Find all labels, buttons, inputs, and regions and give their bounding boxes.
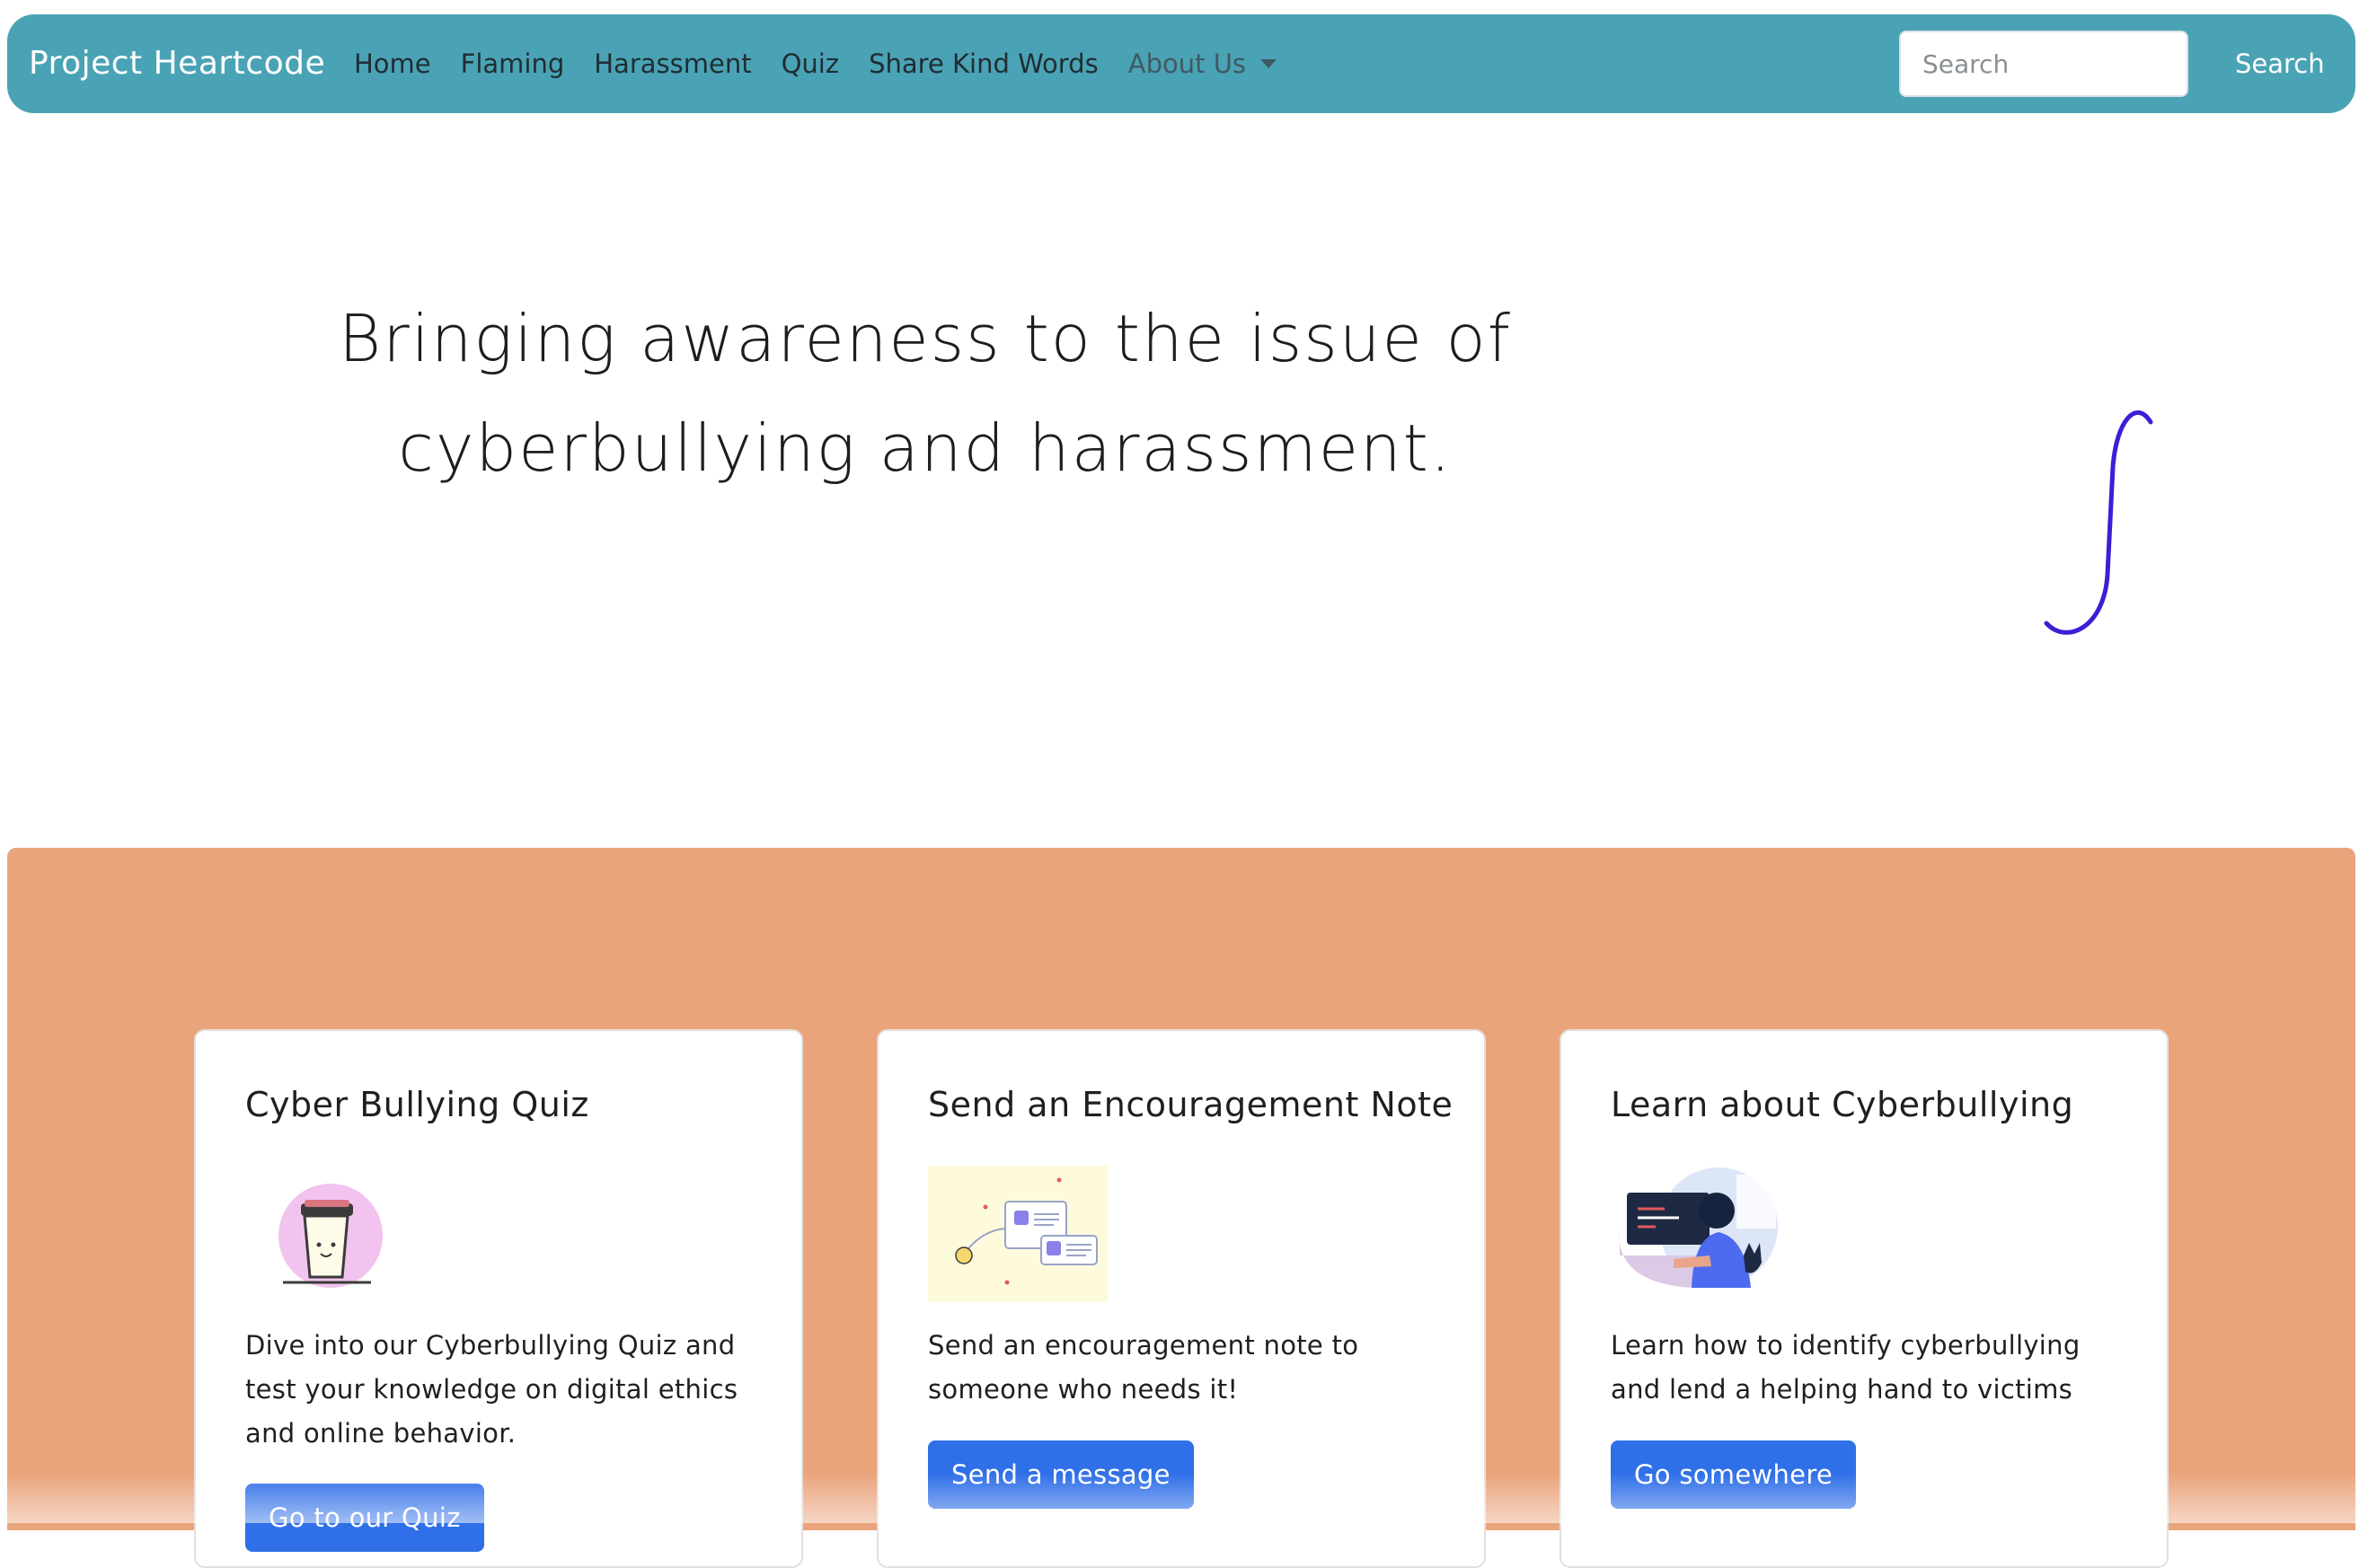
card-text: Send an encouragement note to someone wh… <box>928 1330 1359 1405</box>
card-title: Send an Encouragement Note <box>928 1085 1453 1124</box>
brand-link[interactable]: Project Heartcode <box>29 14 325 113</box>
card-text: Learn how to identify cyberbullying and … <box>1611 1330 2081 1405</box>
card-text: Dive into our Cyberbullying Quiz and tes… <box>245 1330 738 1449</box>
card-encouragement: Send an Encouragement Note Send an encou… <box>877 1029 1486 1568</box>
card-quiz: Cyber Bullying Quiz Dive into our Cyberb… <box>194 1029 803 1568</box>
nav-link-quiz[interactable]: Quiz <box>782 48 840 79</box>
send-message-button[interactable]: Send a message <box>928 1440 1194 1509</box>
hero-title: Bringing awareness to the issue of cyber… <box>338 301 1513 486</box>
go-somewhere-button[interactable]: Go somewhere <box>1611 1440 1857 1509</box>
nav-link-share-kind-words[interactable]: Share Kind Words <box>869 48 1099 79</box>
nav-link-harassment[interactable]: Harassment <box>594 48 751 79</box>
search-button[interactable]: Search <box>2217 31 2343 97</box>
messages-illustration-icon <box>928 1166 1108 1302</box>
search-input[interactable] <box>1899 31 2188 97</box>
squiggle-decoration <box>2044 410 2153 635</box>
about-us-label: About Us <box>1127 48 1247 79</box>
coffee-cup-illustration-icon <box>278 1184 383 1288</box>
nav-links: Home Flaming Harassment Quiz Share Kind … <box>354 14 1306 113</box>
caret-down-icon <box>1260 59 1277 68</box>
card-learn: Learn about Cyberbullying Learn how to i… <box>1560 1029 2169 1568</box>
card-title: Cyber Bullying Quiz <box>245 1085 589 1124</box>
card-title: Learn about Cyberbullying <box>1611 1085 2074 1124</box>
about-us-dropdown[interactable]: About Us <box>1128 48 1277 79</box>
navbar: Project Heartcode Home Flaming Harassmen… <box>7 14 2355 113</box>
nav-link-home[interactable]: Home <box>354 48 431 79</box>
person-at-computer-illustration-icon <box>1619 1167 1778 1288</box>
nav-link-flaming[interactable]: Flaming <box>461 48 565 79</box>
go-to-quiz-button[interactable]: Go to our Quiz <box>245 1484 484 1552</box>
